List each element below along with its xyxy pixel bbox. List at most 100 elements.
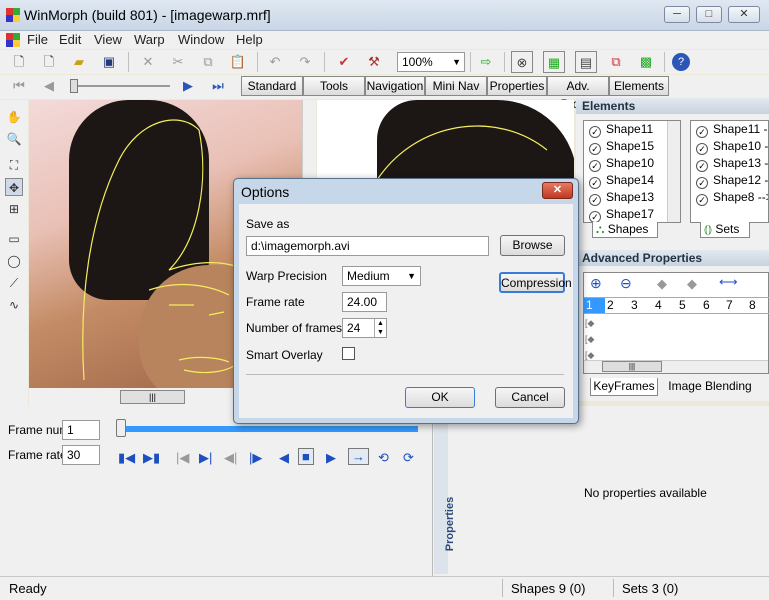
prev-frame-icon[interactable]: ▶|	[199, 450, 212, 466]
play-once-icon[interactable]: →	[348, 448, 369, 465]
ellipse-icon[interactable]: ◯	[5, 252, 23, 270]
keyframe-marker-icon[interactable]: [◆	[585, 334, 594, 345]
warp-precision-select[interactable]: Medium ▼	[342, 266, 421, 286]
compression-button[interactable]: Compression	[499, 272, 572, 293]
tab-sets[interactable]: ⦅⦆ Sets	[700, 222, 750, 238]
keyframe-grid[interactable]	[583, 272, 769, 374]
next-frame-icon[interactable]: ▶	[177, 75, 199, 97]
undo-icon[interactable]: ↶	[264, 51, 286, 73]
zoom-in-icon[interactable]: ⊕	[590, 275, 602, 292]
number-of-frames-stepper[interactable]: 24 ▲ ▼	[342, 318, 387, 338]
ok-button[interactable]: OK	[405, 387, 475, 408]
help-icon[interactable]: ?	[672, 53, 690, 71]
frame-cell[interactable]: 7	[726, 298, 733, 312]
frame-slider-track[interactable]	[70, 85, 170, 87]
step-back-icon[interactable]: ◀|	[224, 450, 237, 466]
split-view-icon[interactable]: ▦	[543, 51, 565, 73]
frame-cell[interactable]: 6	[703, 298, 710, 312]
line-icon[interactable]: ⟋	[5, 274, 23, 292]
list-item[interactable]: ✓ Shape10 --	[696, 138, 768, 155]
go-end-icon[interactable]: ▶▮	[143, 450, 160, 466]
tab-shapes[interactable]: ⛬ Shapes	[592, 222, 658, 238]
menu-file[interactable]: File	[27, 32, 48, 47]
fit-width-icon[interactable]: ⟷	[719, 274, 738, 290]
zoom-select[interactable]: 100% ▼	[397, 52, 465, 72]
hand-icon[interactable]: ✋	[5, 108, 23, 126]
copy-icon[interactable]: ⧉	[197, 51, 219, 73]
play-back-icon[interactable]: ◀	[279, 450, 289, 466]
curve-icon[interactable]: ∿	[5, 296, 23, 314]
frame-cell[interactable]: 2	[607, 298, 614, 312]
first-frame-icon[interactable]: ⏮	[8, 75, 30, 97]
tab-adv-props[interactable]: Adv. Props.	[547, 76, 609, 111]
delete-icon[interactable]: ✕	[137, 51, 159, 73]
compare-view-icon[interactable]: ⧉	[605, 51, 627, 73]
redo-icon[interactable]: ↷	[294, 51, 316, 73]
maximize-button[interactable]: □	[696, 6, 722, 23]
tab-standard[interactable]: Standard	[241, 76, 303, 96]
scrollbar-thumb[interactable]: |||	[120, 390, 185, 404]
scrollbar-thumb[interactable]: |||	[602, 361, 662, 372]
keyframe-marker-icon[interactable]: [◆	[585, 318, 594, 329]
overlay-view-icon[interactable]: ▤	[575, 51, 597, 73]
export-icon[interactable]: ▩	[635, 51, 657, 73]
browse-button[interactable]: Browse	[500, 235, 565, 256]
spin-arrows-icon[interactable]: ▲ ▼	[374, 319, 386, 337]
tab-keyframes[interactable]: KeyFrames	[590, 378, 658, 396]
frame-cell[interactable]: 3	[631, 298, 638, 312]
frame-slider-thumb[interactable]	[70, 79, 78, 93]
ping-pong-icon[interactable]: ⟳	[403, 450, 414, 466]
loop-icon[interactable]: ⟲	[378, 450, 389, 466]
play-icon[interactable]: ▶	[326, 450, 336, 466]
close-window-button[interactable]: ✕	[728, 6, 760, 23]
list-item[interactable]: ✓ Shape8 -->	[696, 189, 768, 206]
tab-mini-nav[interactable]: Mini Nav	[425, 76, 487, 96]
menu-help[interactable]: Help	[236, 32, 263, 47]
menu-edit[interactable]: Edit	[59, 32, 81, 47]
rectangle-icon[interactable]: ▭	[5, 230, 23, 248]
cancel-button[interactable]: Cancel	[495, 387, 565, 408]
hammer-icon[interactable]: ⚒	[363, 51, 385, 73]
stop-icon[interactable]: ■	[298, 448, 314, 465]
frame-cell[interactable]: 1	[584, 298, 605, 313]
tab-tools[interactable]: Tools	[303, 76, 365, 96]
last-frame-icon[interactable]: ⏭	[207, 75, 229, 97]
smart-overlay-checkbox[interactable]	[342, 347, 355, 360]
frame-cell[interactable]: 5	[679, 298, 686, 312]
save-as-input[interactable]: d:\imagemorph.avi	[246, 236, 489, 256]
first-frame-icon[interactable]: |◀	[176, 450, 189, 466]
view-mode-icon[interactable]: ⊗	[511, 51, 533, 73]
menu-view[interactable]: View	[94, 32, 122, 47]
next-key-icon[interactable]: ◆	[687, 276, 697, 292]
zoom-icon[interactable]: 🔍	[5, 130, 23, 148]
sets-list[interactable]: ✓ Shape11 -- ✓ Shape10 -- ✓ Shape13 -- ✓ Sha…	[690, 120, 769, 223]
new-file-icon[interactable]: 🗋	[8, 51, 30, 73]
go-start-icon[interactable]: ▮◀	[118, 450, 135, 466]
cut-icon[interactable]: ✂	[167, 51, 189, 73]
menu-warp[interactable]: Warp	[134, 32, 165, 47]
checklist-icon[interactable]: ✔	[333, 51, 355, 73]
list-item[interactable]: ✓ Shape12 --	[696, 172, 768, 189]
tab-properties[interactable]: Properties	[487, 76, 547, 96]
tab-elements[interactable]: Elements	[609, 76, 669, 96]
new-document-icon[interactable]: 🗋	[38, 51, 60, 73]
dialog-close-button[interactable]: ✕	[542, 182, 573, 199]
menu-window[interactable]: Window	[178, 32, 224, 47]
timeline-thumb[interactable]	[116, 419, 126, 437]
timeline-bar[interactable]	[120, 426, 418, 432]
open-folder-icon[interactable]: ▰	[68, 51, 90, 73]
select-icon[interactable]: ⛶	[5, 156, 23, 174]
frame-cell[interactable]: 4	[655, 298, 662, 312]
move-icon[interactable]: ✥	[5, 178, 23, 196]
scale-icon[interactable]: ⊞	[5, 200, 23, 218]
frame-cell[interactable]: 8	[749, 298, 756, 312]
tab-image-blending[interactable]: Image Blending	[665, 378, 755, 396]
frame-num-input[interactable]: 1	[62, 420, 100, 440]
frame-rate-dialog-input[interactable]: 24.00	[342, 292, 387, 312]
shapes-scrollbar[interactable]	[667, 121, 680, 222]
step-forward-icon[interactable]: |▶	[249, 450, 262, 466]
morph-play-icon[interactable]: ⇨	[475, 51, 497, 73]
save-icon[interactable]: ▣	[98, 51, 120, 73]
previous-frame-icon[interactable]: ◀	[38, 75, 60, 97]
list-item[interactable]: ✓ Shape11 --	[696, 121, 768, 138]
